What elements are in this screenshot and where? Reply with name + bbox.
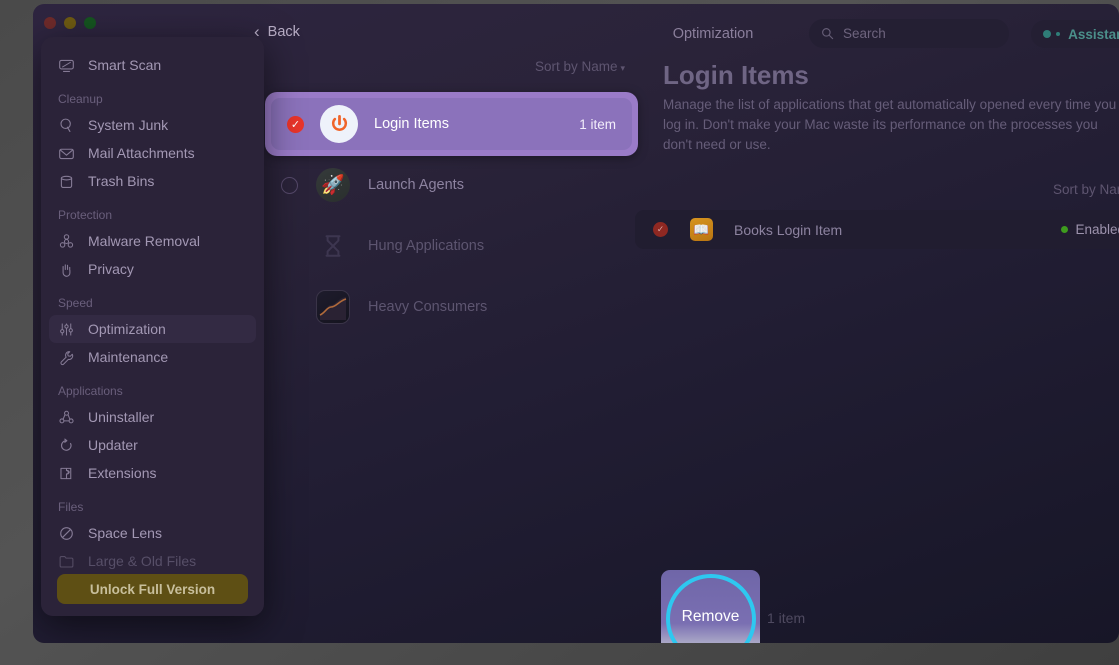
sidebar-item-label: Large & Old Files	[88, 553, 197, 569]
sidebar-item-optimization[interactable]: Optimization	[49, 315, 256, 343]
row-label: Books Login Item	[734, 221, 843, 238]
uninstall-icon	[59, 410, 74, 423]
wrench-icon	[60, 350, 74, 365]
sidebar-group-files: Files	[58, 500, 84, 514]
card-checkbox-login-items[interactable]: ✓	[287, 115, 304, 133]
sidebar-item-label: Optimization	[88, 321, 166, 337]
sidebar-item-malware-removal[interactable]: Malware Removal	[49, 227, 256, 255]
search-input[interactable]: Search	[809, 19, 1009, 48]
folder-icon	[59, 555, 74, 568]
sidebar-item-label: Space Lens	[88, 525, 162, 541]
traffic-lights	[44, 17, 96, 29]
detail-sort-control[interactable]: Sort by Name▾	[733, 182, 1119, 197]
trash-icon	[60, 175, 73, 188]
card-checkbox-hung-applications	[281, 238, 298, 255]
back-button[interactable]: ‹ Back	[254, 23, 300, 40]
back-label: Back	[267, 23, 300, 40]
sidebar-item-privacy[interactable]: Privacy	[49, 255, 256, 283]
card-launch-agents[interactable]: 🚀 Launch Agents	[265, 153, 638, 217]
status-dot-icon	[1061, 226, 1069, 233]
assistant-label: Assistant	[1068, 26, 1119, 42]
sidebar-item-label: Uninstaller	[88, 409, 155, 425]
hourglass-icon	[314, 227, 352, 265]
card-label: Login Items	[374, 116, 449, 132]
card-label: Heavy Consumers	[368, 299, 488, 315]
section-title: Optimization	[672, 26, 754, 42]
assistant-dot-small-icon	[1056, 32, 1061, 36]
rocket-icon: 🚀	[314, 166, 352, 204]
card-label: Launch Agents	[368, 177, 464, 193]
sidebar-group-applications: Applications	[58, 384, 123, 398]
sidebar-item-label: Extensions	[88, 465, 157, 481]
sidebar-item-trash-bins[interactable]: Trash Bins	[49, 167, 256, 195]
app-window: ‹ Back Optimization Search Assistant Sor…	[33, 4, 1119, 643]
sidebar-item-mail-attachments[interactable]: Mail Attachments	[49, 139, 256, 167]
sidebar-item-label: Trash Bins	[88, 173, 155, 189]
refresh-icon	[61, 437, 72, 451]
assistant-button[interactable]: Assistant	[1031, 20, 1119, 48]
status-badge: Enabled	[1061, 222, 1119, 237]
card-checkbox-launch-agents[interactable]	[281, 176, 298, 194]
sidebar-item-uninstaller[interactable]: Uninstaller	[49, 403, 256, 431]
power-icon	[320, 105, 358, 143]
sidebar-item-label: Updater	[88, 437, 138, 453]
biohazard-icon	[59, 233, 74, 248]
sidebar-item-extensions[interactable]: Extensions	[49, 459, 256, 487]
sidebar-item-space-lens[interactable]: Space Lens	[49, 519, 256, 547]
zoom-button[interactable]	[84, 17, 96, 29]
sidebar-item-smart-scan[interactable]: Smart Scan	[49, 51, 256, 79]
card-hung-applications[interactable]: Hung Applications	[265, 214, 638, 278]
search-placeholder: Search	[843, 26, 886, 41]
card-label: Hung Applications	[368, 238, 485, 254]
card-login-items[interactable]: ✓ Login Items 1 item	[265, 92, 638, 156]
monitor-icon	[59, 59, 74, 72]
detail-sort-label: Sort by Name	[1052, 182, 1119, 197]
card-heavy-consumers[interactable]: Heavy Consumers	[265, 275, 638, 339]
sidebar-group-speed: Speed	[58, 296, 93, 310]
remove-button-label: Remove	[681, 608, 740, 625]
row-checkbox[interactable]: ✓	[653, 222, 668, 237]
page-title: Login Items	[663, 60, 809, 90]
table-row[interactable]: ✓ 📖 Books Login Item Enabled	[635, 210, 1119, 249]
sidebar-item-system-junk[interactable]: System Junk	[49, 111, 256, 139]
assistant-dot-icon	[1043, 30, 1052, 38]
sidebar: Smart Scan Cleanup System Junk Mail Atta…	[41, 37, 264, 616]
unlock-full-version-button[interactable]: Unlock Full Version	[57, 574, 248, 604]
sidebar-item-label: Malware Removal	[88, 233, 201, 249]
footer-count-label: 1 item	[767, 610, 806, 626]
card-checkbox-heavy-consumers	[281, 299, 298, 316]
hand-icon	[62, 263, 71, 277]
sliders-icon	[60, 323, 73, 335]
middle-sort-label: Sort by Name	[534, 59, 618, 74]
close-button[interactable]	[44, 17, 56, 29]
sidebar-item-updater[interactable]: Updater	[49, 431, 256, 459]
chevron-down-icon: ▾	[620, 63, 625, 73]
sidebar-group-cleanup: Cleanup	[58, 92, 103, 106]
chart-icon	[314, 288, 352, 326]
book-icon: 📖	[690, 218, 713, 241]
sidebar-item-label: Smart Scan	[88, 57, 162, 73]
card-count: 1 item	[579, 116, 616, 132]
status-label: Enabled	[1075, 222, 1119, 237]
sidebar-group-protection: Protection	[58, 208, 113, 222]
puzzle-icon	[60, 467, 72, 479]
sidebar-item-label: System Junk	[88, 117, 169, 133]
sidebar-item-label: Maintenance	[88, 349, 169, 365]
page-description: Manage the list of applications that get…	[663, 97, 1117, 152]
minimize-button[interactable]	[64, 17, 76, 29]
brush-icon	[60, 118, 71, 132]
middle-sort-control[interactable]: Sort by Name ▾	[265, 59, 625, 74]
lens-icon	[60, 526, 73, 540]
sidebar-item-label: Mail Attachments	[88, 145, 195, 161]
search-icon	[822, 28, 834, 40]
sidebar-item-large-old-files[interactable]: Large & Old Files	[49, 547, 256, 575]
sidebar-item-maintenance[interactable]: Maintenance	[49, 343, 256, 371]
mail-icon	[59, 148, 74, 159]
sidebar-item-label: Privacy	[88, 261, 134, 277]
